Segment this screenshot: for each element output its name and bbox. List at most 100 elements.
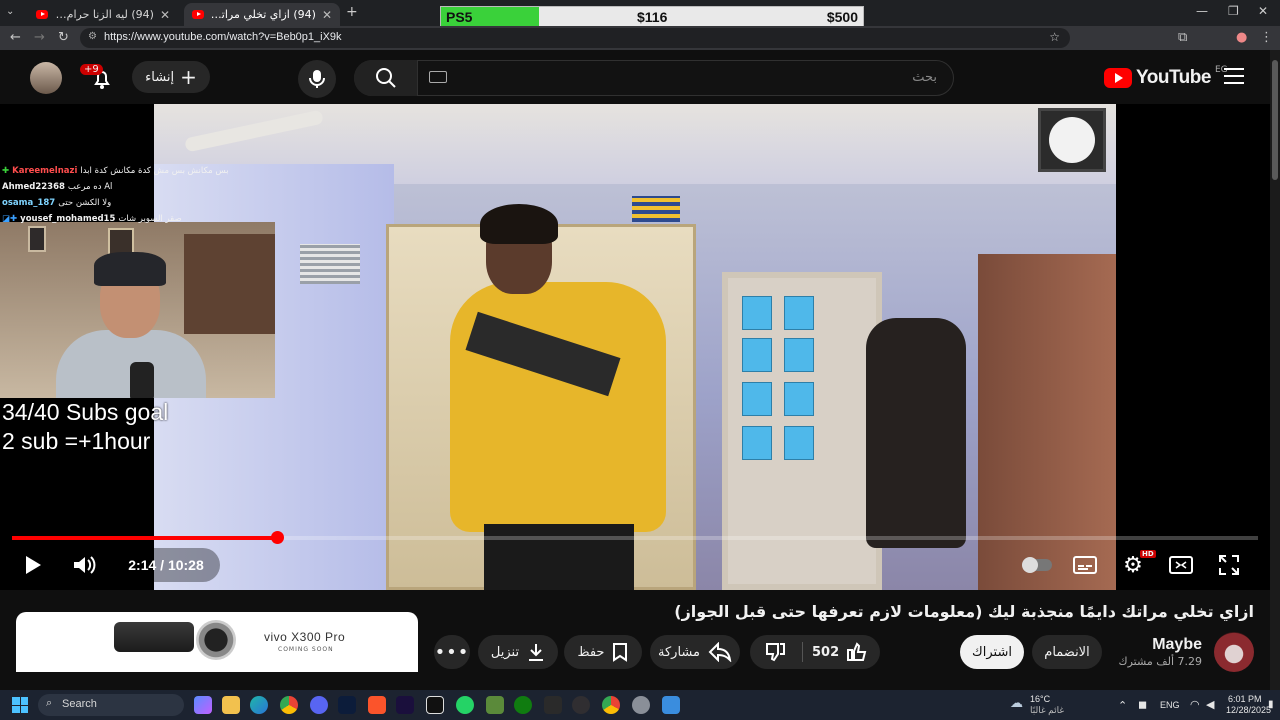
search-button[interactable] — [354, 60, 418, 96]
chrome-icon[interactable] — [280, 696, 298, 714]
notification-badge: +9 — [80, 64, 103, 75]
bookmark-star-icon[interactable]: ☆ — [1049, 30, 1060, 44]
epic-games-icon[interactable] — [544, 696, 562, 714]
streamer-webcam — [0, 222, 275, 398]
create-button[interactable]: إنشاء + — [132, 61, 210, 93]
extensions-icon[interactable]: ⧉ — [1178, 30, 1187, 45]
address-bar[interactable]: ⚙ https://www.youtube.com/watch?v=Beb0p1… — [80, 28, 1070, 48]
new-tab-icon[interactable]: + — [346, 4, 358, 20]
tray-chevron-icon[interactable]: ⌃ — [1118, 699, 1127, 712]
voice-search-button[interactable] — [298, 60, 336, 98]
theater-mode-button[interactable] — [1166, 552, 1196, 578]
settings-button[interactable]: ⚙ HD — [1118, 550, 1156, 578]
play-icon — [26, 556, 41, 574]
language-indicator[interactable]: ENG — [1160, 700, 1180, 710]
progress-bar[interactable] — [12, 531, 1258, 544]
windows-start-icon[interactable] — [12, 697, 28, 713]
goal-current: $116 — [637, 9, 668, 25]
wall-clock — [1038, 108, 1106, 172]
whatsapp-icon[interactable] — [456, 696, 474, 714]
search-input[interactable]: بحث — [354, 60, 954, 96]
photoshop-icon[interactable] — [338, 696, 356, 714]
save-label: حفظ — [577, 644, 605, 660]
discord-icon[interactable] — [310, 696, 328, 714]
wifi-icon[interactable]: ◠ — [1190, 698, 1200, 711]
taskbar-search-label: Search — [62, 698, 97, 710]
forward-icon[interactable]: → — [34, 30, 45, 45]
settings-icon[interactable] — [632, 696, 650, 714]
tab-close-icon[interactable]: ✕ — [322, 8, 332, 22]
brave-icon[interactable] — [368, 696, 386, 714]
browser-tab[interactable]: (94) ليه الزنا حرام؟ (مش هتكلم د... ✕ — [28, 3, 178, 26]
search-icon: ⌕ — [46, 697, 53, 709]
tab-title: (94) ليه الزنا حرام؟ (مش هتكلم د... — [54, 8, 154, 21]
sidebar-ad-banner[interactable]: vivo X300 Pro COMING SOON — [16, 612, 418, 672]
tab-close-icon[interactable]: ✕ — [160, 8, 170, 22]
tab-search-icon[interactable]: ⌄ — [6, 6, 22, 20]
notification-center-icon[interactable]: ▮ — [1268, 699, 1274, 710]
tray-app-icon[interactable]: ◼ — [1138, 698, 1147, 711]
subtitles-button[interactable] — [1070, 552, 1100, 578]
more-horiz-icon: ••• — [434, 641, 470, 663]
minimize-icon[interactable]: — — [1196, 4, 1208, 18]
tab-title: (94) ازاي تخلي مراتك دايمًا منجذ... — [210, 8, 316, 21]
chrome-icon[interactable] — [602, 696, 620, 714]
hd-badge: HD — [1140, 550, 1156, 558]
obs-icon[interactable] — [572, 696, 590, 714]
fullscreen-icon — [1219, 555, 1239, 575]
create-label: إنشاء — [145, 69, 175, 85]
play-button[interactable] — [18, 552, 48, 578]
edge-icon[interactable] — [250, 696, 268, 714]
stream-chat-overlay: ✚ Kareemelnazi بس مكانش بس مش كدة مكانش … — [0, 164, 229, 226]
join-button[interactable]: الانضمام — [1032, 635, 1102, 669]
video-frame — [154, 104, 1116, 590]
file-explorer-icon[interactable] — [222, 696, 240, 714]
menu-icon[interactable]: ⋮ — [1260, 30, 1273, 45]
channel-avatar[interactable] — [1214, 632, 1254, 672]
autoplay-toggle[interactable] — [1022, 552, 1052, 578]
account-avatar[interactable] — [30, 62, 62, 94]
speaker-icon[interactable]: ◀ — [1206, 698, 1214, 711]
maximize-icon[interactable]: ❐ — [1228, 4, 1239, 18]
chat-text: بس مكانش بس مش كدة مكانش كدة ابدا — [80, 166, 229, 176]
reload-icon[interactable]: ↻ — [58, 30, 69, 45]
site-info-icon[interactable]: ⚙ — [88, 31, 97, 42]
clock-time[interactable]: 6:01 PM — [1228, 694, 1262, 704]
taskbar-search[interactable]: ⌕ Search — [38, 694, 184, 716]
notifications-button[interactable]: +9 — [80, 62, 118, 94]
hamburger-menu-icon[interactable] — [1224, 68, 1244, 84]
bookmark-icon — [613, 643, 628, 662]
volume-button[interactable] — [70, 552, 100, 578]
chat-badge-icon: ✚ — [2, 166, 10, 176]
back-icon[interactable]: ← — [10, 30, 21, 45]
more-actions-button[interactable]: ••• — [434, 635, 470, 669]
download-button[interactable]: تنزيل — [478, 635, 558, 669]
video-player[interactable]: ✚ Kareemelnazi بس مكانش بس مش كدة مكانش … — [0, 104, 1270, 590]
goal-label: PS5 — [446, 9, 473, 25]
dislike-button[interactable] — [764, 642, 786, 666]
weather-widget[interactable]: ☁ 16°C غائم غالبًا — [1008, 694, 1098, 716]
toggle-icon — [1022, 557, 1052, 573]
copilot-icon[interactable] — [194, 696, 212, 714]
subscribe-button[interactable]: اشتراك — [960, 635, 1024, 669]
clock-date[interactable]: 12/28/2025 — [1226, 705, 1271, 715]
capcut-icon[interactable] — [426, 696, 444, 714]
premiere-icon[interactable] — [396, 696, 414, 714]
channel-name[interactable]: Maybe — [1152, 636, 1202, 654]
xbox-icon[interactable] — [514, 696, 532, 714]
profile-icon[interactable]: ● — [1236, 30, 1247, 45]
page-scrollbar[interactable] — [1270, 50, 1280, 690]
keyboard-icon[interactable] — [429, 71, 447, 83]
close-window-icon[interactable]: ✕ — [1258, 4, 1268, 18]
scrollbar-thumb[interactable] — [1272, 60, 1278, 180]
like-button[interactable]: 502 — [812, 642, 867, 662]
chat-message: Ahmed22368 ده مرعب Al — [2, 182, 112, 192]
youtube-logo[interactable]: YouTube EG — [1104, 65, 1228, 90]
minecraft-icon[interactable] — [486, 696, 504, 714]
browser-tab-active[interactable]: (94) ازاي تخلي مراتك دايمًا منجذ... ✕ — [184, 3, 340, 26]
notepad-icon[interactable] — [662, 696, 680, 714]
save-button[interactable]: حفظ — [564, 635, 642, 669]
thumbs-up-icon — [847, 642, 867, 661]
share-button[interactable]: مشاركة — [650, 635, 740, 669]
fullscreen-button[interactable] — [1214, 552, 1244, 578]
